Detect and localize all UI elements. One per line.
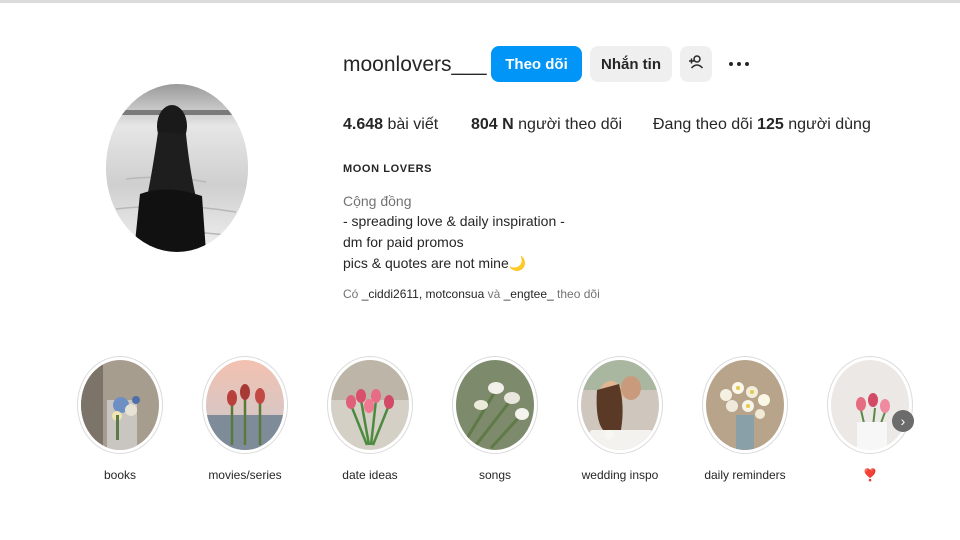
story-highlight-songs[interactable]: songs — [433, 356, 557, 482]
followers-label: người theo dõi — [518, 116, 623, 133]
followed-by-account[interactable]: _ciddi2611 — [362, 287, 419, 301]
following-label: người dùng — [788, 116, 871, 133]
highlight-label: songs — [478, 468, 512, 482]
highlight-label: daily reminders — [704, 468, 786, 482]
highlight-cover — [702, 356, 788, 454]
following-count: 125 — [757, 116, 784, 133]
followers-stat[interactable]: 804 N người theo dõi — [471, 116, 622, 134]
profile-category: Cộng đồng — [343, 193, 412, 209]
highlight-label: date ideas — [342, 468, 398, 482]
highlight-label: ❣️ — [862, 468, 878, 482]
posts-stat: 4.648 bài viết — [343, 116, 438, 134]
profile-username: moonlovers___ — [343, 53, 487, 76]
story-highlight-daily-reminders[interactable]: daily reminders — [683, 356, 807, 482]
highlight-cover — [327, 356, 413, 454]
bio-line: - spreading love & daily inspiration - — [343, 213, 565, 229]
posts-count: 4.648 — [343, 116, 384, 133]
story-highlight-movies-series[interactable]: movies/series — [183, 356, 307, 482]
highlight-label: movies/series — [208, 468, 282, 482]
suggest-people-button[interactable] — [680, 46, 712, 82]
highlight-cover — [827, 356, 913, 454]
followed-by-suffix: theo dõi — [557, 287, 600, 301]
chevron-right-icon[interactable]: › — [892, 410, 914, 432]
followers-count: 804 N — [471, 116, 514, 133]
avatar-photo — [106, 84, 248, 252]
highlight-cover — [577, 356, 663, 454]
profile-avatar[interactable] — [106, 84, 248, 252]
followed-by: Có _ciddi2611, motconsua và _engtee_ the… — [343, 287, 600, 301]
message-button[interactable]: Nhắn tin — [590, 46, 672, 82]
highlight-label: books — [103, 468, 137, 482]
followed-by-and: và — [487, 287, 501, 301]
followed-by-account[interactable]: motconsua — [426, 287, 485, 301]
followed-by-account[interactable]: _engtee_ — [504, 287, 554, 301]
highlight-cover — [202, 356, 288, 454]
story-highlight-books[interactable]: books — [58, 356, 182, 482]
following-prefix: Đang theo dõi — [653, 116, 753, 133]
posts-label: bài viết — [387, 116, 439, 133]
story-highlight-date-ideas[interactable]: date ideas — [308, 356, 432, 482]
ellipsis-icon[interactable] — [724, 52, 754, 76]
bio-line: pics & quotes are not mine🌙 — [343, 255, 527, 271]
person-plus-icon — [688, 54, 704, 74]
following-stat[interactable]: Đang theo dõi 125 người dùng — [653, 116, 871, 134]
follow-button[interactable]: Theo dõi — [491, 46, 582, 82]
story-highlight-wedding-inspo[interactable]: wedding inspo — [558, 356, 682, 482]
followed-by-prefix: Có — [343, 287, 359, 301]
highlight-cover — [77, 356, 163, 454]
highlight-label: wedding inspo — [581, 468, 659, 482]
bio-line: dm for paid promos — [343, 234, 464, 250]
followed-by-separator: , — [418, 287, 423, 301]
profile-display-name: MOON LOVERS — [343, 163, 433, 175]
top-border — [0, 0, 960, 3]
highlight-cover — [452, 356, 538, 454]
